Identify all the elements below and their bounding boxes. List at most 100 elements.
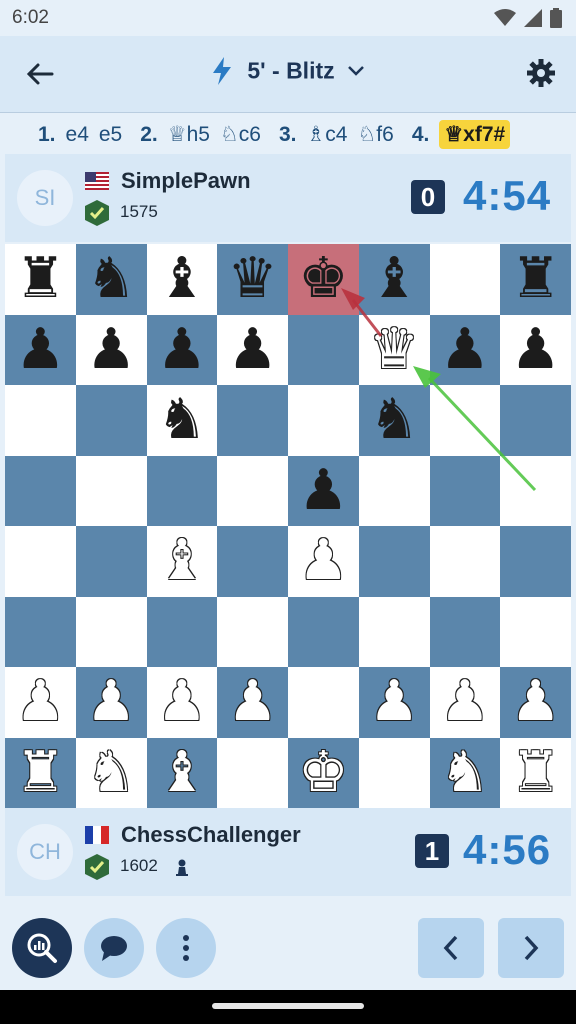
square-e2[interactable] — [288, 667, 359, 738]
more-options-button[interactable] — [156, 918, 216, 978]
avatar[interactable]: CH — [17, 824, 73, 880]
square-e3[interactable] — [288, 596, 359, 667]
move-white[interactable]: ♗c4 — [306, 122, 347, 147]
square-h6[interactable] — [500, 385, 571, 456]
black-rook-icon[interactable]: ♜ — [5, 244, 76, 315]
white-pawn-icon[interactable]: ♟ — [500, 667, 571, 738]
black-pawn-icon[interactable]: ♟ — [147, 315, 218, 386]
move-white-current[interactable]: ♕xf7# — [439, 120, 511, 149]
white-pawn-icon[interactable]: ♟ — [5, 667, 76, 738]
square-c3[interactable] — [146, 596, 218, 667]
white-pawn-icon[interactable]: ♟ — [359, 667, 430, 738]
game-mode-selector[interactable]: 5' - Blitz — [0, 56, 576, 85]
square-g3[interactable] — [429, 596, 501, 667]
black-pawn-icon[interactable]: ♟ — [217, 315, 288, 386]
black-queen-icon[interactable]: ♛ — [217, 244, 288, 315]
white-bishop-icon[interactable]: ♝ — [147, 526, 218, 597]
us-flag-icon — [85, 172, 109, 190]
square-b3[interactable] — [75, 596, 147, 667]
white-pawn-icon[interactable]: ♟ — [288, 526, 359, 597]
player-name: ChessChallenger — [121, 822, 301, 847]
square-f3[interactable] — [358, 596, 430, 667]
black-knight-icon[interactable]: ♞ — [359, 385, 430, 456]
black-knight-icon[interactable]: ♞ — [147, 385, 218, 456]
move-list: 1. e4 e5 2. ♕h5 ♘c6 3. ♗c4 ♘f6 4. ♕xf7# — [0, 112, 576, 155]
square-b5[interactable] — [75, 455, 147, 526]
move-black[interactable]: e5 — [99, 123, 122, 147]
white-knight-icon[interactable]: ♞ — [430, 738, 501, 809]
opponent-panel: SI SimplePawn 1575 0 4:54 — [5, 154, 571, 242]
black-bishop-icon[interactable]: ♝ — [147, 244, 218, 315]
square-g5[interactable] — [429, 455, 501, 526]
next-move-button[interactable] — [498, 918, 564, 978]
square-g4[interactable] — [429, 526, 501, 597]
player-rating: 1575 — [120, 202, 158, 221]
square-e7[interactable] — [288, 314, 359, 385]
square-f4[interactable] — [358, 526, 430, 597]
signal-icon — [524, 9, 542, 27]
player-rating: 1602 — [120, 856, 158, 875]
move-number: 4. — [411, 122, 430, 146]
move-black[interactable]: ♘f6 — [357, 122, 393, 147]
avatar[interactable]: SI — [17, 170, 73, 226]
move-white[interactable]: e4 — [66, 123, 89, 147]
chess-board[interactable]: ♜ ♞ ♝ ♛ ♚ ♝ ♜ ♟ ♟ ♟ ♟ ♛ ♟ ♟ ♞ ♞ ♟ ♝ ♟ ♟ ♟ ♟ ♟ ♟ ♟ ♟ ♜ ♞ ♝ ♚ ♞ ♜ — [5, 244, 571, 808]
more-vertical-icon — [183, 935, 189, 961]
analysis-button[interactable] — [12, 918, 72, 978]
white-king-icon[interactable]: ♚ — [288, 738, 359, 809]
square-h5[interactable] — [500, 455, 571, 526]
white-bishop-icon[interactable]: ♝ — [147, 738, 218, 809]
black-rook-icon[interactable]: ♜ — [500, 244, 571, 315]
score-badge: 0 — [411, 180, 445, 214]
chat-bubble-icon — [101, 936, 127, 961]
square-c5[interactable] — [146, 455, 218, 526]
square-f5[interactable] — [358, 455, 430, 526]
square-a4[interactable] — [5, 526, 76, 597]
previous-move-button[interactable] — [418, 918, 484, 978]
white-rook-icon[interactable]: ♜ — [5, 738, 76, 809]
square-d3[interactable] — [217, 596, 288, 667]
square-h4[interactable] — [500, 526, 571, 597]
square-a6[interactable] — [5, 385, 76, 456]
black-pawn-icon[interactable]: ♟ — [288, 456, 359, 527]
system-nav-bar — [0, 990, 576, 1024]
black-knight-icon[interactable]: ♞ — [76, 244, 147, 315]
move-white[interactable]: ♕h5 — [168, 122, 210, 147]
square-g8[interactable] — [429, 244, 501, 315]
white-pawn-icon[interactable]: ♟ — [217, 667, 288, 738]
square-f1[interactable] — [358, 737, 430, 808]
gear-icon[interactable] — [526, 58, 556, 88]
move-number: 2. — [140, 122, 158, 146]
black-pawn-icon[interactable]: ♟ — [76, 315, 147, 386]
square-d6[interactable] — [217, 385, 288, 456]
white-queen-icon[interactable]: ♛ — [359, 315, 430, 386]
lightning-icon — [212, 56, 231, 85]
black-pawn-icon[interactable]: ♟ — [430, 315, 501, 386]
black-pawn-icon[interactable]: ♟ — [5, 315, 76, 386]
move-black[interactable]: ♘c6 — [220, 122, 261, 147]
white-pawn-icon[interactable]: ♟ — [76, 667, 147, 738]
square-d1[interactable] — [217, 737, 288, 808]
score-badge: 1 — [415, 834, 449, 868]
square-h3[interactable] — [500, 596, 571, 667]
square-d4[interactable] — [217, 526, 288, 597]
black-king-icon[interactable]: ♚ — [288, 244, 359, 315]
square-a5[interactable] — [5, 455, 76, 526]
chevron-down-icon — [348, 66, 364, 76]
white-pawn-icon[interactable]: ♟ — [147, 667, 218, 738]
black-bishop-icon[interactable]: ♝ — [359, 244, 430, 315]
chat-button[interactable] — [84, 918, 144, 978]
white-pawn-icon[interactable]: ♟ — [430, 667, 501, 738]
white-rook-icon[interactable]: ♜ — [500, 738, 571, 809]
home-indicator[interactable] — [212, 1003, 364, 1009]
square-e6[interactable] — [288, 385, 359, 456]
status-time: 6:02 — [12, 7, 49, 28]
white-knight-icon[interactable]: ♞ — [76, 738, 147, 809]
square-a3[interactable] — [5, 596, 76, 667]
square-b4[interactable] — [75, 526, 147, 597]
square-g6[interactable] — [429, 385, 501, 456]
black-pawn-icon[interactable]: ♟ — [500, 315, 571, 386]
square-d5[interactable] — [217, 455, 288, 526]
square-b6[interactable] — [75, 385, 147, 456]
move-number: 3. — [278, 122, 297, 146]
